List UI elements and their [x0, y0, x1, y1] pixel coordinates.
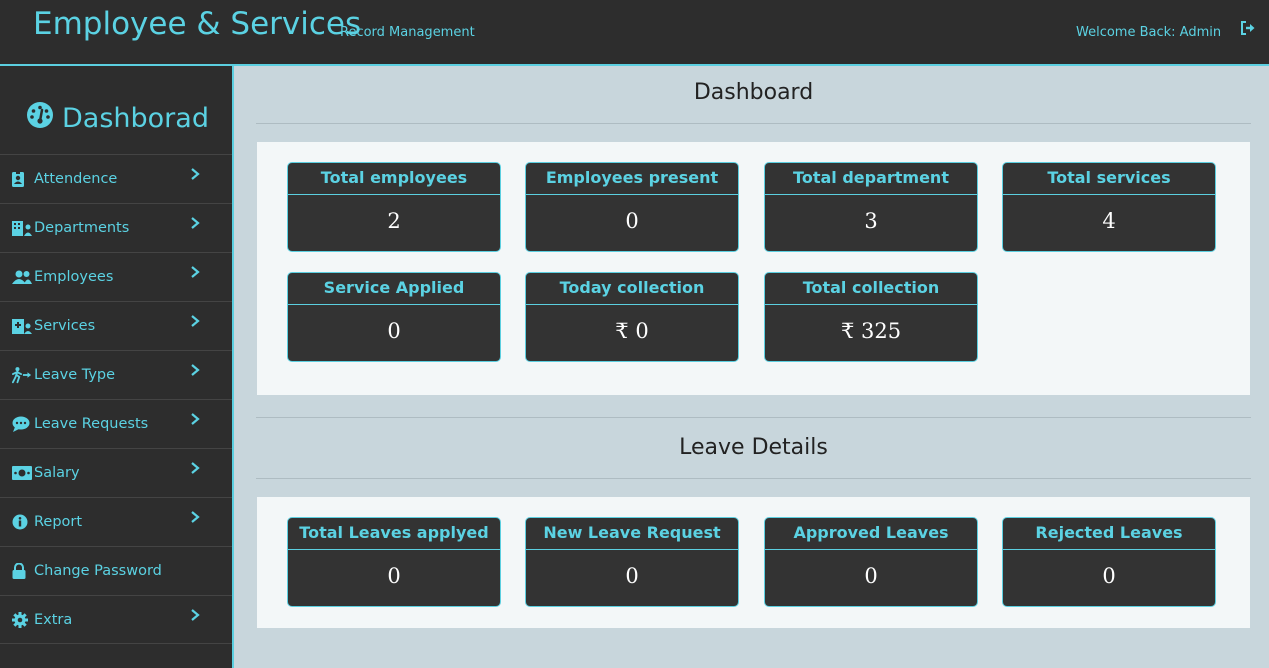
users-icon [12, 268, 32, 286]
chevron-right-icon [190, 461, 202, 477]
sign-out-icon[interactable] [1240, 20, 1258, 38]
top-bar: Employee & Services Record Management We… [0, 0, 1269, 66]
sidebar-item-leave-type[interactable]: Leave Type [0, 350, 232, 399]
card-value: 2 [387, 209, 401, 233]
card-label: Service Applied [288, 273, 500, 305]
sidebar-item-label: Leave Type [34, 367, 116, 383]
stat-card-new-leave-request[interactable]: New Leave Request 0 [525, 517, 739, 607]
card-label: Total Leaves applyed [288, 518, 500, 550]
chevron-right-icon [190, 167, 202, 183]
sidebar-item-label: Report [34, 514, 83, 530]
sidebar-item-attendence[interactable]: Attendence [0, 154, 232, 203]
chevron-right-icon [190, 363, 202, 379]
sidebar-item-salary[interactable]: Salary [0, 448, 232, 497]
chevron-right-icon [190, 265, 202, 281]
card-label: Total collection [765, 273, 977, 305]
card-label: Total department [765, 163, 977, 195]
building-user-icon [12, 219, 32, 237]
person-walking-arrow-icon [12, 366, 32, 384]
comment-dots-icon [12, 415, 32, 433]
lock-icon [12, 562, 32, 580]
stat-card-total-collection[interactable]: Total collection ₹ 325 [764, 272, 978, 362]
sidebar-item-label: Change Password [34, 563, 162, 579]
hospital-user-icon [12, 317, 32, 335]
tachometer-icon [26, 101, 62, 136]
sidebar-item-label: Extra [34, 611, 73, 628]
divider [256, 417, 1251, 418]
stat-card-service-applied[interactable]: Service Applied 0 [287, 272, 501, 362]
divider [256, 123, 1251, 124]
stat-card-total-services[interactable]: Total services 4 [1002, 162, 1216, 252]
card-label: Rejected Leaves [1003, 518, 1215, 550]
sidebar-item-label: Departments [34, 220, 130, 236]
card-value: 0 [387, 319, 401, 343]
stat-card-approved-leaves[interactable]: Approved Leaves 0 [764, 517, 978, 607]
chevron-right-icon [190, 608, 202, 624]
sidebar-item-label: Leave Requests [34, 416, 149, 432]
card-label: Employees present [526, 163, 738, 195]
divider [256, 478, 1251, 479]
sidebar-title-label: Dashborad [62, 103, 209, 134]
card-label: Approved Leaves [765, 518, 977, 550]
cog-icon [12, 611, 32, 629]
card-value: 0 [864, 564, 878, 588]
card-value: 3 [864, 209, 878, 233]
sidebar-item-label: Employees [34, 269, 114, 285]
card-label: New Leave Request [526, 518, 738, 550]
stat-card-total-department[interactable]: Total department 3 [764, 162, 978, 252]
card-value: 4 [1102, 209, 1116, 233]
leave-details-title: Leave Details [679, 435, 828, 460]
sidebar-item-services[interactable]: Services [0, 301, 232, 350]
card-label: Total employees [288, 163, 500, 195]
stat-card-rejected-leaves[interactable]: Rejected Leaves 0 [1002, 517, 1216, 607]
sidebar-item-label: Attendence [34, 171, 118, 187]
sidebar-title[interactable]: Dashborad [26, 101, 209, 136]
sidebar-menu: Attendence Departments Employees Service… [0, 154, 232, 644]
welcome-text: Welcome Back: Admin [1076, 25, 1222, 40]
stat-card-total-employees[interactable]: Total employees 2 [287, 162, 501, 252]
stat-card-today-collection[interactable]: Today collection ₹ 0 [525, 272, 739, 362]
sidebar-item-label: Salary [34, 465, 80, 481]
brand-title: Employee & Services [33, 6, 362, 42]
card-value: ₹ 325 [840, 319, 902, 343]
leave-panel: Total Leaves applyed 0 New Leave Request… [257, 497, 1250, 628]
card-value: ₹ 0 [615, 319, 649, 343]
card-value: 0 [625, 564, 639, 588]
chevron-right-icon [190, 510, 202, 526]
card-value: 0 [625, 209, 639, 233]
card-value: 0 [387, 564, 401, 588]
sidebar-item-employees[interactable]: Employees [0, 252, 232, 301]
sidebar: Dashborad Attendence Departments Employe… [0, 66, 234, 668]
info-circle-icon [12, 513, 32, 531]
card-value: 0 [1102, 564, 1116, 588]
sidebar-item-report[interactable]: Report [0, 497, 232, 546]
sidebar-item-label: Services [34, 318, 96, 334]
money-bill-icon [12, 464, 32, 482]
chevron-right-icon [190, 412, 202, 428]
sidebar-item-change-password[interactable]: Change Password [0, 546, 232, 595]
dashboard-panel: Total employees 2 Employees present 0 To… [257, 142, 1250, 395]
id-badge-icon [12, 170, 32, 188]
card-label: Today collection [526, 273, 738, 305]
dashboard-title: Dashboard [693, 80, 814, 105]
chevron-right-icon [190, 216, 202, 232]
stat-card-total-leaves-applied[interactable]: Total Leaves applyed 0 [287, 517, 501, 607]
sidebar-item-leave-requests[interactable]: Leave Requests [0, 399, 232, 448]
brand-subtitle: Record Management [340, 25, 475, 40]
sidebar-item-departments[interactable]: Departments [0, 203, 232, 252]
chevron-right-icon [190, 314, 202, 330]
sidebar-item-extra[interactable]: Extra [0, 595, 232, 644]
stat-card-employees-present[interactable]: Employees present 0 [525, 162, 739, 252]
card-label: Total services [1003, 163, 1215, 195]
